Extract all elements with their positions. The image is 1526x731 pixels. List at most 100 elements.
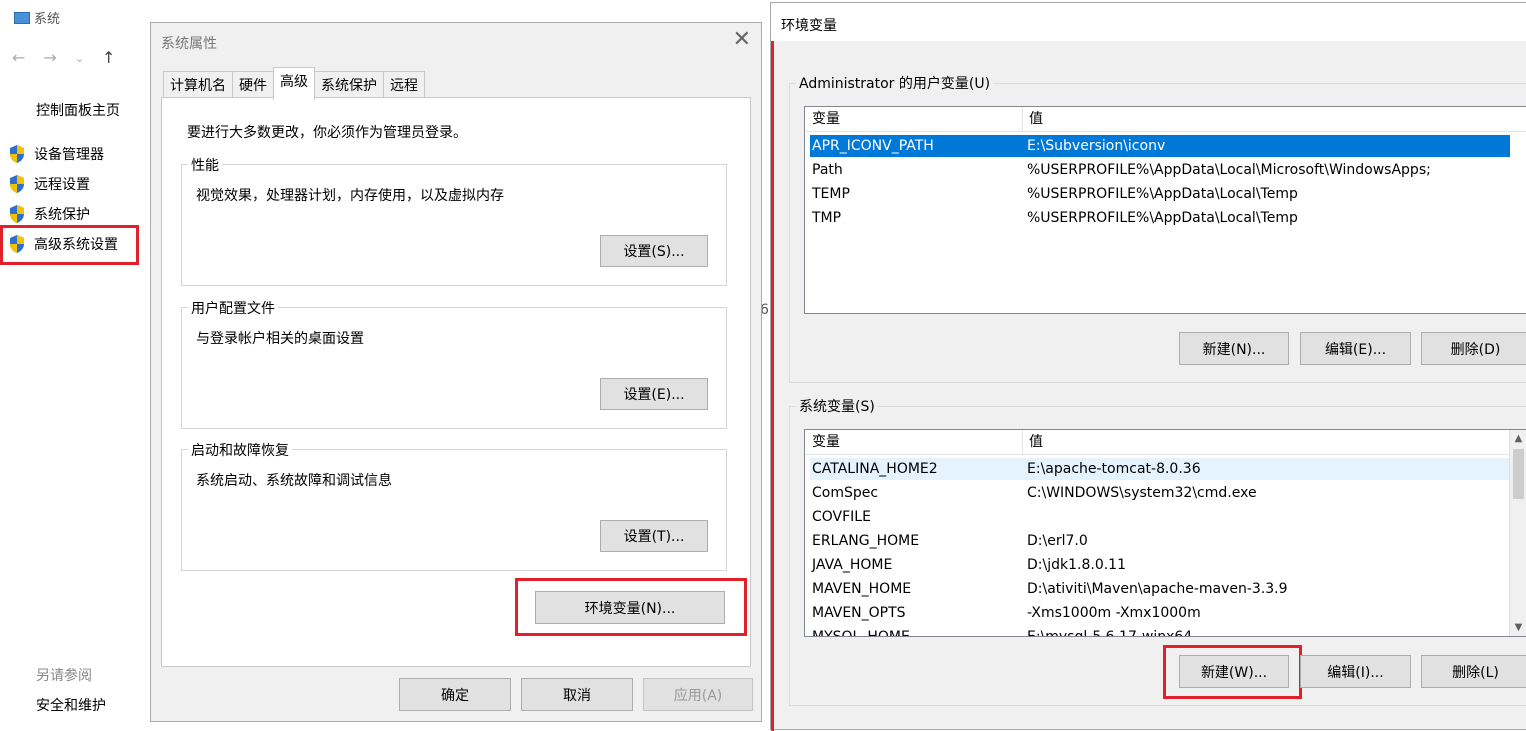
scroll-up-icon[interactable]: ▲ <box>1510 430 1526 447</box>
variable-value: -Xms1000m -Xmx1000m <box>1027 605 1201 621</box>
column-header-variable[interactable]: 变量 <box>805 107 1023 131</box>
user-variables-section: Administrator 的用户变量(U) 变量 值 APR_ICONV_PA… <box>789 73 1526 383</box>
group-description: 视觉效果，处理器计划，内存使用，以及虚拟内存 <box>196 188 504 204</box>
tab-strip: 计算机名 硬件 高级 系统保护 远程 <box>163 67 425 100</box>
control-panel-window: 系统 ← → ⌄ ↑ 控制面板主页 设备管理器 远程设置 系统保护 高级系统设置… <box>0 0 150 730</box>
cancel-button[interactable]: 取消 <box>521 678 633 711</box>
user-profile-settings-button[interactable]: 设置(E)... <box>600 378 708 410</box>
group-label: 用户配置文件 <box>188 298 278 318</box>
user-edit-button[interactable]: 编辑(E)... <box>1300 332 1411 365</box>
list-item[interactable]: ERLANG_HOME D:\erl7.0 <box>810 530 1510 552</box>
variable-value: E:\Subversion\iconv <box>1027 138 1166 154</box>
group-label: 性能 <box>188 155 222 175</box>
system-edit-button[interactable]: 编辑(I)... <box>1300 655 1411 688</box>
variable-value: %USERPROFILE%\AppData\Local\Temp <box>1027 186 1298 202</box>
device-manager-link[interactable]: 设备管理器 <box>8 144 104 164</box>
system-delete-button[interactable]: 删除(L) <box>1421 655 1526 688</box>
back-arrow-icon[interactable]: ← <box>12 48 25 67</box>
link-label: 高级系统设置 <box>34 237 118 253</box>
admin-note: 要进行大多数更改，你必须作为管理员登录。 <box>187 125 467 141</box>
history-chevron-icon[interactable]: ⌄ <box>75 52 84 67</box>
ok-button[interactable]: 确定 <box>399 678 511 711</box>
user-delete-button[interactable]: 删除(D) <box>1421 332 1526 365</box>
list-item[interactable]: Path %USERPROFILE%\AppData\Local\Microso… <box>810 159 1510 181</box>
shield-icon <box>10 175 24 193</box>
variable-name: CATALINA_HOME2 <box>812 461 938 477</box>
window-title: 系统 <box>14 8 60 27</box>
control-panel-home-link[interactable]: 控制面板主页 <box>36 100 120 120</box>
variable-name: TEMP <box>812 186 850 202</box>
scroll-thumb[interactable] <box>1513 449 1524 499</box>
close-icon[interactable]: ✕ <box>733 27 751 52</box>
system-protection-link[interactable]: 系统保护 <box>8 204 90 224</box>
list-item[interactable]: MAVEN_OPTS -Xms1000m -Xmx1000m <box>810 602 1510 624</box>
window-title-text: 系统 <box>34 12 61 27</box>
group-label: 启动和故障恢复 <box>188 440 292 460</box>
list-header: 变量 值 <box>805 430 1526 455</box>
group-description: 系统启动、系统故障和调试信息 <box>196 473 392 489</box>
apply-button[interactable]: 应用(A) <box>643 678 753 711</box>
group-description: 与登录帐户相关的桌面设置 <box>196 331 364 347</box>
user-variables-list[interactable]: 变量 值 APR_ICONV_PATH E:\Subversion\iconv … <box>804 106 1526 314</box>
performance-settings-button[interactable]: 设置(S)... <box>600 235 708 267</box>
list-item[interactable]: CATALINA_HOME2 E:\apache-tomcat-8.0.36 <box>810 458 1510 480</box>
variable-value: E:\apache-tomcat-8.0.36 <box>1027 461 1201 477</box>
variable-value: %USERPROFILE%\AppData\Local\Microsoft\Wi… <box>1027 162 1431 178</box>
tab-advanced[interactable]: 高级 <box>273 67 315 100</box>
scroll-down-icon[interactable]: ▼ <box>1510 619 1526 636</box>
security-maintenance-link[interactable]: 安全和维护 <box>36 695 106 715</box>
shield-icon <box>10 205 24 223</box>
tab-remote[interactable]: 远程 <box>383 71 425 98</box>
user-profile-group: 用户配置文件 与登录帐户相关的桌面设置 设置(E)... <box>181 298 727 429</box>
list-item[interactable]: JAVA_HOME D:\jdk1.8.0.11 <box>810 554 1510 576</box>
window-edge-accent <box>771 3 774 731</box>
variable-name: COVFILE <box>812 509 871 525</box>
dialog-title: 系统属性 <box>161 36 217 52</box>
variable-name: ERLANG_HOME <box>812 533 920 549</box>
list-item[interactable]: COVFILE <box>810 506 1510 528</box>
variable-name: JAVA_HOME <box>812 557 893 573</box>
list-item[interactable]: ComSpec C:\WINDOWS\system32\cmd.exe <box>810 482 1510 504</box>
environment-variables-button[interactable]: 环境变量(N)... <box>535 591 725 624</box>
link-label: 远程设置 <box>34 177 90 193</box>
variable-name: ComSpec <box>812 485 879 501</box>
see-also-heading: 另请参阅 <box>36 668 92 684</box>
list-item[interactable]: MYSQL_HOME E:\mysql-5.6.17-winx64 <box>810 626 1510 637</box>
list-item[interactable]: MAVEN_HOME D:\ativiti\Maven\apache-maven… <box>810 578 1510 600</box>
title-bar <box>771 3 1526 41</box>
variable-name: MAVEN_OPTS <box>812 605 906 621</box>
forward-arrow-icon[interactable]: → <box>43 48 56 67</box>
environment-variables-dialog: 环境变量 Administrator 的用户变量(U) 变量 值 APR_ICO… <box>770 2 1526 731</box>
remote-settings-link[interactable]: 远程设置 <box>8 174 90 194</box>
variable-name: Path <box>812 162 843 178</box>
variable-value: D:\ativiti\Maven\apache-maven-3.3.9 <box>1027 581 1288 597</box>
user-new-button[interactable]: 新建(N)... <box>1179 332 1289 365</box>
link-label: 系统保护 <box>34 207 90 223</box>
system-variables-list[interactable]: 变量 值 CATALINA_HOME2 E:\apache-tomcat-8.0… <box>804 429 1526 637</box>
performance-group: 性能 视觉效果，处理器计划，内存使用，以及虚拟内存 设置(S)... <box>181 155 727 286</box>
shield-icon <box>10 235 24 253</box>
list-item[interactable]: APR_ICONV_PATH E:\Subversion\iconv <box>809 134 1511 158</box>
list-item[interactable]: TEMP %USERPROFILE%\AppData\Local\Temp <box>810 183 1510 205</box>
dialog-title: 环境变量 <box>781 18 837 34</box>
column-header-value[interactable]: 值 <box>1023 430 1043 454</box>
tab-computer-name[interactable]: 计算机名 <box>163 71 233 98</box>
variable-name: MYSQL_HOME <box>812 629 910 637</box>
startup-recovery-group: 启动和故障恢复 系统启动、系统故障和调试信息 设置(T)... <box>181 440 727 571</box>
column-header-variable[interactable]: 变量 <box>805 430 1023 454</box>
section-label: 系统变量(S) <box>796 396 878 416</box>
tab-hardware[interactable]: 硬件 <box>232 71 274 98</box>
variable-name: TMP <box>812 210 842 226</box>
list-item[interactable]: TMP %USERPROFILE%\AppData\Local\Temp <box>810 207 1510 229</box>
system-new-button[interactable]: 新建(W)... <box>1179 655 1289 688</box>
vertical-scrollbar[interactable]: ▲ ▼ <box>1509 430 1526 636</box>
startup-settings-button[interactable]: 设置(T)... <box>600 520 708 552</box>
advanced-system-settings-link[interactable]: 高级系统设置 <box>8 234 118 254</box>
advanced-tab-panel: 要进行大多数更改，你必须作为管理员登录。 性能 视觉效果，处理器计划，内存使用，… <box>161 97 751 667</box>
shield-icon <box>10 145 24 163</box>
list-header: 变量 值 <box>805 107 1526 132</box>
variable-value: C:\WINDOWS\system32\cmd.exe <box>1027 485 1257 501</box>
column-header-value[interactable]: 值 <box>1023 107 1043 131</box>
tab-system-protection[interactable]: 系统保护 <box>314 71 384 98</box>
up-arrow-icon[interactable]: ↑ <box>102 48 115 67</box>
